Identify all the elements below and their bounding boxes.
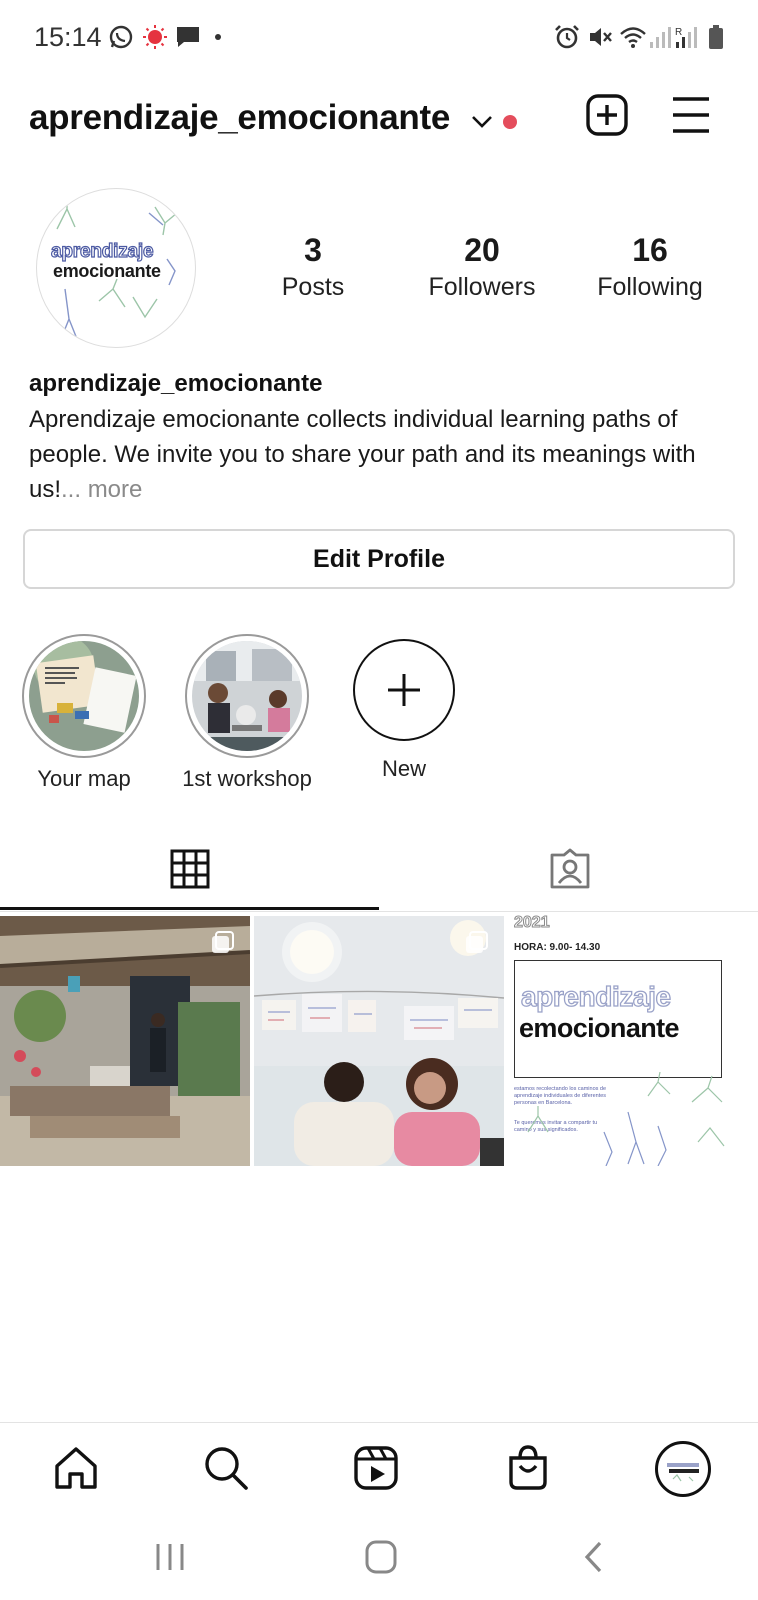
battery-icon xyxy=(709,25,723,49)
recording-icon xyxy=(143,25,167,49)
recent-apps-button[interactable] xyxy=(145,1538,195,1576)
plus-icon xyxy=(388,674,420,706)
grid-icon[interactable] xyxy=(170,849,210,889)
following-stat[interactable]: 16 Following xyxy=(580,232,720,302)
reels-icon[interactable] xyxy=(352,1444,400,1492)
posts-stat[interactable]: 3 Posts xyxy=(243,232,383,302)
post-3[interactable]: 2021 HORA: 9.00- 14.30 aprendizaje emoci… xyxy=(508,912,758,1166)
profile-username-title[interactable]: aprendizaje_emocionante xyxy=(29,98,450,138)
new-highlight-button[interactable] xyxy=(353,639,455,741)
post-3-title-box: aprendizaje emocionante xyxy=(514,960,722,1078)
post-3-illustration xyxy=(527,1072,725,1166)
bio-text: Aprendizaje emocionante collects individ… xyxy=(29,402,734,507)
carousel-icon xyxy=(212,931,234,953)
home-button[interactable] xyxy=(356,1538,406,1576)
chevron-down-icon[interactable] xyxy=(470,111,494,131)
avatar-text-line2: emocionante xyxy=(53,261,161,281)
post-3-title-line2: emocionante xyxy=(519,1013,680,1043)
highlight-1st-workshop-ring xyxy=(185,634,309,758)
profile-avatar-nav[interactable] xyxy=(655,1441,711,1497)
post-3-year: 2021 xyxy=(514,914,551,932)
home-icon[interactable] xyxy=(52,1444,100,1492)
highlight-your-map-image xyxy=(29,641,139,751)
following-count: 16 xyxy=(632,232,668,268)
highlight-1st-workshop-label: 1st workshop xyxy=(182,766,312,791)
post-1[interactable] xyxy=(0,916,250,1166)
posts-count: 3 xyxy=(304,232,322,268)
highlight-your-map-label: Your map xyxy=(37,766,131,791)
post-3-hours: HORA: 9.00- 14.30 xyxy=(514,942,601,953)
highlight-your-map-thumbnail xyxy=(29,641,139,751)
status-time: 15:14 xyxy=(34,22,102,52)
new-post-icon[interactable] xyxy=(585,93,629,137)
signal-roaming-icon: R xyxy=(675,27,697,48)
highlight-your-map[interactable] xyxy=(22,634,146,758)
highlight-1st-workshop-image xyxy=(192,641,302,751)
bottom-nav-divider xyxy=(0,1422,758,1423)
followers-label: Followers xyxy=(428,273,536,301)
highlight-1st-workshop[interactable] xyxy=(185,634,309,758)
bio-name: aprendizaje_emocionante xyxy=(29,370,323,397)
back-button[interactable] xyxy=(570,1538,620,1576)
profile-avatar-nav-image xyxy=(661,1447,705,1491)
shop-icon[interactable] xyxy=(504,1444,552,1492)
alarm-icon xyxy=(555,25,579,49)
tagged-icon[interactable] xyxy=(548,847,592,891)
highlight-your-map-ring xyxy=(22,634,146,758)
active-tab-indicator xyxy=(0,907,379,910)
post-3-title-line1: aprendizaje xyxy=(520,980,671,1012)
wifi-icon xyxy=(620,27,646,48)
new-highlight-label: New xyxy=(381,756,426,781)
bio-more-link[interactable]: ... more xyxy=(61,476,142,503)
followers-stat[interactable]: 20 Followers xyxy=(412,232,552,302)
followers-count: 20 xyxy=(464,232,500,268)
message-icon xyxy=(177,27,199,47)
profile-avatar[interactable]: aprendizaje emocionante xyxy=(36,188,196,348)
carousel-icon xyxy=(466,931,488,953)
search-icon[interactable] xyxy=(202,1444,250,1492)
posts-label: Posts xyxy=(281,273,345,301)
whatsapp-icon xyxy=(109,25,133,49)
following-label: Following xyxy=(597,273,703,301)
dot-icon xyxy=(215,34,221,40)
svg-text:R: R xyxy=(675,27,682,38)
highlight-1st-workshop-thumbnail xyxy=(192,641,302,751)
avatar-text-line1: aprendizaje xyxy=(50,240,154,262)
edit-profile-button[interactable]: Edit Profile xyxy=(23,529,735,589)
menu-icon[interactable] xyxy=(670,95,712,135)
mute-icon xyxy=(590,28,612,46)
post-3-poster: 2021 HORA: 9.00- 14.30 aprendizaje emoci… xyxy=(508,912,758,1166)
post-2[interactable] xyxy=(254,916,504,1166)
signal-icon xyxy=(650,27,671,48)
notification-dot xyxy=(503,115,517,129)
